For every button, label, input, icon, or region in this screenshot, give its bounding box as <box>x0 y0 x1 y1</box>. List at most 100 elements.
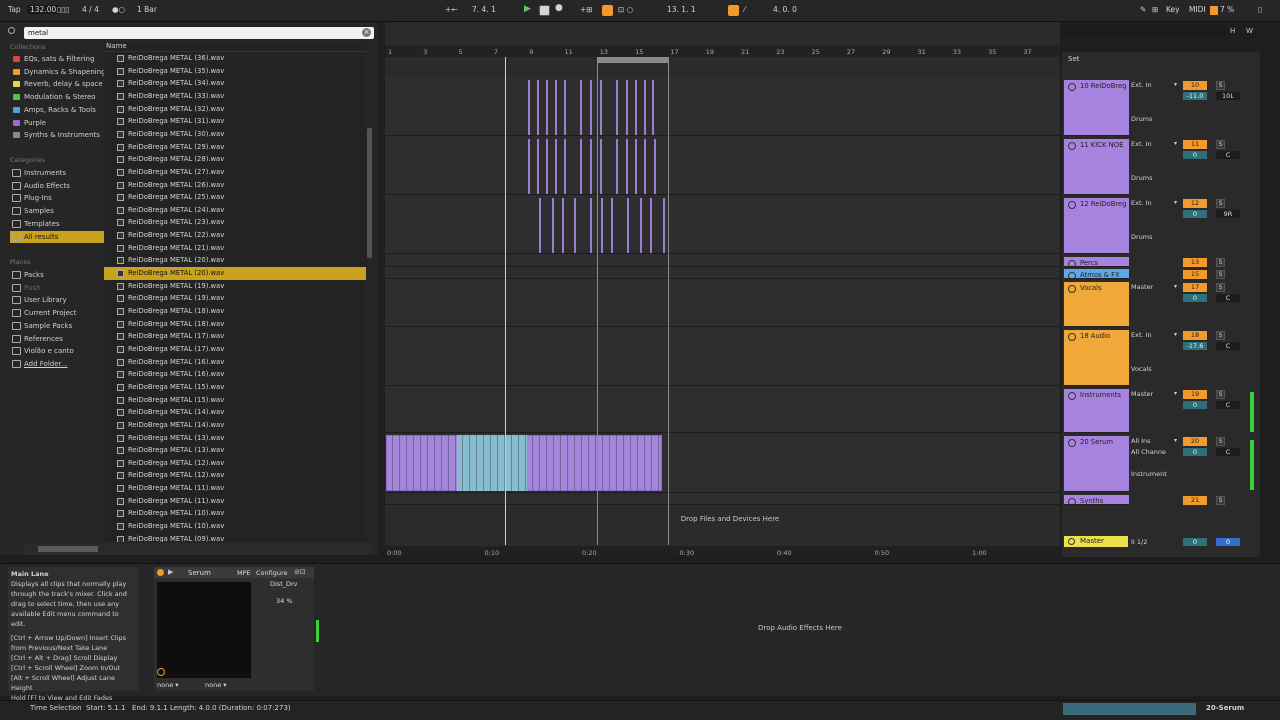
track-number[interactable]: 17 <box>1183 283 1207 292</box>
device-expand-icon[interactable]: ▶ <box>168 568 173 576</box>
audio-clip-marker[interactable] <box>663 198 665 253</box>
lane-vocals[interactable] <box>385 279 1060 327</box>
tap-button[interactable]: Tap <box>8 5 21 14</box>
track-fold-icon[interactable] <box>1068 260 1076 266</box>
input-select[interactable]: Ext. In ▾ <box>1131 81 1179 90</box>
file-item[interactable]: ReiDoBrega METAL (15).wav <box>104 394 366 407</box>
file-item[interactable]: ReiDoBrega METAL (28).wav <box>104 153 366 166</box>
audio-clip-marker[interactable] <box>650 198 652 253</box>
solo-button[interactable]: S <box>1216 331 1225 340</box>
audio-clip-marker[interactable] <box>600 139 602 194</box>
file-item[interactable]: ReiDoBrega METAL (19).wav <box>104 292 366 305</box>
file-item[interactable]: ReiDoBrega METAL (10).wav <box>104 520 366 533</box>
audio-clip-marker[interactable] <box>611 198 613 253</box>
audio-clip-marker[interactable] <box>635 80 637 135</box>
track-pan[interactable]: C <box>1216 401 1240 409</box>
track-number[interactable]: 11 <box>1183 140 1207 149</box>
place-item[interactable]: Packs <box>10 269 104 281</box>
device-plugin-view[interactable] <box>157 582 251 678</box>
place-item[interactable]: Current Project <box>10 307 104 319</box>
device-title-bar[interactable]: ▶ Serum MPE Configure ⊘⊡ <box>154 567 314 578</box>
file-item[interactable]: ReiDoBrega METAL (31).wav <box>104 115 366 128</box>
audio-clip-marker[interactable] <box>539 198 541 253</box>
audio-clip-marker[interactable] <box>590 80 592 135</box>
solo-button[interactable]: S <box>1216 140 1225 149</box>
collection-item[interactable]: EQs, sats & Filtering <box>10 53 104 65</box>
track-header[interactable]: 20 Serum <box>1064 436 1129 492</box>
file-item[interactable]: ReiDoBrega METAL (13).wav <box>104 432 366 445</box>
w-toggle-icon[interactable]: W <box>1246 27 1253 35</box>
draw-mode-icon[interactable]: ⁄ <box>744 5 745 14</box>
track-volume[interactable]: 0 <box>1183 151 1207 159</box>
lane-synths[interactable] <box>385 493 1060 505</box>
input-select[interactable]: Master ▾ <box>1131 283 1179 292</box>
track-number[interactable]: 19 <box>1183 390 1207 399</box>
audio-clip-marker[interactable] <box>644 139 646 194</box>
track-number[interactable]: 12 <box>1183 199 1207 208</box>
track-number[interactable]: 13 <box>1183 258 1207 267</box>
audio-clip-marker[interactable] <box>562 198 564 253</box>
track-header[interactable]: Vocals <box>1064 282 1129 327</box>
output-select[interactable]: Vocals <box>1131 365 1179 374</box>
loop-record-icon[interactable]: ⊡ ○ <box>618 5 633 14</box>
audio-clip-marker[interactable] <box>574 198 576 253</box>
category-item[interactable]: Templates <box>10 218 104 230</box>
track-header[interactable]: Synths <box>1064 495 1129 505</box>
file-item[interactable]: ReiDoBrega METAL (09).wav <box>104 533 366 542</box>
lane-track-10[interactable] <box>385 77 1060 136</box>
file-item[interactable]: ReiDoBrega METAL (16).wav <box>104 356 366 369</box>
track-number[interactable]: 10 <box>1183 81 1207 90</box>
track-number[interactable]: 20 <box>1183 437 1207 446</box>
file-item[interactable]: ReiDoBrega METAL (12).wav <box>104 469 366 482</box>
audio-clip-marker[interactable] <box>590 139 592 194</box>
play-icon[interactable]: ▶ <box>524 4 531 14</box>
audio-clip-marker[interactable] <box>528 80 530 135</box>
hw-toggle-icon[interactable]: H <box>1230 27 1235 35</box>
solo-button[interactable]: S <box>1216 258 1225 267</box>
solo-button[interactable]: S <box>1216 199 1225 208</box>
file-item[interactable]: ReiDoBrega METAL (11).wav <box>104 495 366 508</box>
file-item[interactable]: ReiDoBrega METAL (34).wav <box>104 77 366 90</box>
audio-clip-marker[interactable] <box>546 139 548 194</box>
audio-clip-marker[interactable] <box>555 139 557 194</box>
master-pan[interactable]: 0 <box>1216 538 1240 546</box>
track-pan[interactable]: C <box>1216 448 1240 456</box>
file-item[interactable]: ReiDoBrega METAL (20).wav <box>104 267 366 280</box>
browser-scrollbar[interactable] <box>367 128 372 258</box>
track-fold-icon[interactable] <box>1068 83 1076 91</box>
track-header[interactable]: Instruments <box>1064 389 1129 433</box>
device-options-icon[interactable]: ⊘⊡ <box>294 568 306 576</box>
track-fold-icon[interactable] <box>1068 333 1076 341</box>
midi-map-button[interactable]: MIDI <box>1189 5 1206 14</box>
output-select[interactable]: Drums <box>1131 115 1179 124</box>
quantize-select[interactable]: 1 Bar <box>137 5 157 14</box>
file-item[interactable]: ReiDoBrega METAL (12).wav <box>104 457 366 470</box>
file-item[interactable]: ReiDoBrega METAL (14).wav <box>104 406 366 419</box>
name-column-header[interactable]: Name <box>104 42 366 52</box>
lane-audio-18[interactable] <box>385 327 1060 386</box>
file-item[interactable]: ReiDoBrega METAL (29).wav <box>104 141 366 154</box>
track-volume[interactable]: 0 <box>1183 448 1207 456</box>
place-item[interactable]: Add Folder... <box>10 358 104 370</box>
file-item[interactable]: ReiDoBrega METAL (11).wav <box>104 482 366 495</box>
output-select[interactable]: Drums <box>1131 233 1179 242</box>
param-value[interactable]: 34 % <box>276 597 293 605</box>
place-item[interactable]: User Library <box>10 294 104 306</box>
track-number[interactable]: 15 <box>1183 270 1207 279</box>
tempo-field[interactable]: 132.00 <box>27 5 60 14</box>
lane-atmos[interactable] <box>385 267 1060 279</box>
input-select[interactable]: All Ins ▾ <box>1131 437 1179 446</box>
audio-clip-marker[interactable] <box>564 139 566 194</box>
audio-clip-marker[interactable] <box>616 80 618 135</box>
track-pan[interactable]: C <box>1216 342 1240 350</box>
record-icon[interactable]: ● <box>555 3 563 13</box>
input-select[interactable]: Ext. In ▾ <box>1131 140 1179 149</box>
file-item[interactable]: ReiDoBrega METAL (20).wav <box>104 254 366 267</box>
track-header[interactable]: Percs <box>1064 257 1129 267</box>
track-pan[interactable]: C <box>1216 151 1240 159</box>
follow-icon[interactable]: ●○ <box>112 5 125 14</box>
file-item[interactable]: ReiDoBrega METAL (23).wav <box>104 216 366 229</box>
key-map-icon[interactable]: ⊞ <box>1152 5 1158 14</box>
file-item[interactable]: ReiDoBrega METAL (24).wav <box>104 204 366 217</box>
master-volume[interactable]: 0 <box>1183 538 1207 546</box>
